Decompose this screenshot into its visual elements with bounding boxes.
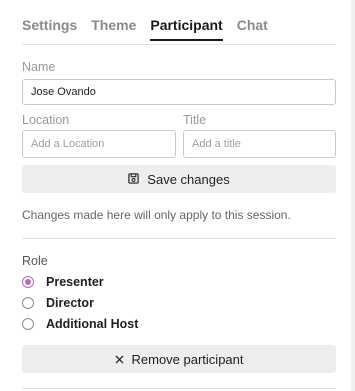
tabs-divider xyxy=(22,44,336,45)
role-option-additional-host[interactable]: Additional Host xyxy=(22,317,138,331)
radio-presenter[interactable] xyxy=(22,276,34,288)
participant-panel: Settings Theme Participant Chat Name Loc… xyxy=(0,0,355,391)
remove-participant-button[interactable]: Remove participant xyxy=(22,345,336,373)
tab-bar: Settings Theme Participant Chat xyxy=(22,17,268,41)
bottom-divider xyxy=(22,388,336,389)
role-option-director[interactable]: Director xyxy=(22,296,94,310)
title-field[interactable] xyxy=(183,130,336,158)
role-label: Role xyxy=(22,254,48,268)
radio-additional-host[interactable] xyxy=(22,318,34,330)
session-note: Changes made here will only apply to thi… xyxy=(22,208,291,222)
role-option-label: Director xyxy=(46,296,94,310)
radio-director[interactable] xyxy=(22,297,34,309)
location-field[interactable] xyxy=(22,130,176,158)
name-field[interactable] xyxy=(22,79,336,105)
role-option-presenter[interactable]: Presenter xyxy=(22,275,104,289)
tab-participant[interactable]: Participant xyxy=(150,17,224,41)
tab-chat[interactable]: Chat xyxy=(237,17,268,41)
save-changes-button[interactable]: Save changes xyxy=(22,165,336,193)
role-option-label: Presenter xyxy=(46,275,104,289)
role-option-label: Additional Host xyxy=(46,317,139,331)
close-icon xyxy=(115,352,124,367)
location-label: Location xyxy=(22,113,70,127)
title-label: Title xyxy=(183,113,207,127)
panel-edge xyxy=(351,0,355,391)
tab-settings[interactable]: Settings xyxy=(22,17,77,41)
section-divider xyxy=(22,238,336,239)
save-icon xyxy=(128,172,139,187)
name-label: Name xyxy=(22,60,56,74)
tab-theme[interactable]: Theme xyxy=(91,17,136,41)
save-changes-label: Save changes xyxy=(147,171,230,187)
remove-participant-label: Remove participant xyxy=(131,351,244,367)
